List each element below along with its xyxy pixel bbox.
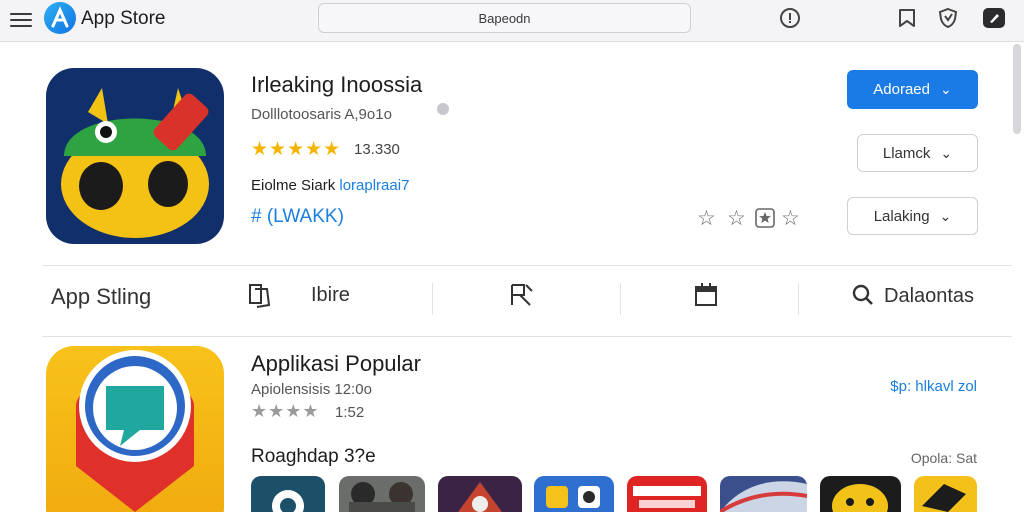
app-thumbnail[interactable] <box>720 476 807 512</box>
info-icon[interactable] <box>779 7 801 29</box>
app-thumbnail[interactable] <box>914 476 977 512</box>
rating-row: ★★★★★ 13.330 <box>251 138 400 160</box>
search-icon <box>852 284 873 305</box>
copy-icon <box>249 284 271 308</box>
app-thumbnail[interactable] <box>339 476 425 512</box>
section-divider <box>42 265 1012 266</box>
app-row-heading: Roaghdap 3?e <box>251 446 376 467</box>
compass-icon <box>511 284 533 306</box>
meta-label: Eiolme Siark <box>251 177 336 194</box>
chevron-down-icon: ⌄ <box>940 144 953 161</box>
tab-copy[interactable] <box>247 281 273 315</box>
developer-name: Dolllotoosaris A,9o1o <box>251 106 392 123</box>
secondary-dropdown-label: Llamck <box>882 144 931 162</box>
app-thumbnail[interactable] <box>820 476 901 512</box>
popular-section-title: Applikasi Popular <box>251 351 421 376</box>
app-meta: Eiolme Siark loraplraai7 <box>251 177 409 194</box>
tab-label: Ibire <box>311 284 350 306</box>
app-icon[interactable] <box>46 68 224 244</box>
rating-count: 13.330 <box>354 141 400 158</box>
app-thumbnail[interactable] <box>251 476 325 512</box>
rating-stars: ★★★★★ <box>251 139 342 160</box>
calendar-icon <box>695 283 717 306</box>
star-outline-icon[interactable]: ☆ <box>697 206 716 231</box>
app-thumbnail[interactable] <box>438 476 522 512</box>
tag-link[interactable]: # (LWAKK) <box>251 206 344 228</box>
app-thumbnail[interactable] <box>627 476 707 512</box>
tab-calendar[interactable] <box>693 281 719 315</box>
meta-link[interactable]: loraplraai7 <box>339 177 409 194</box>
section-heading: App Stling <box>51 284 152 309</box>
tab-separator <box>432 283 433 315</box>
search-input[interactable] <box>318 3 691 33</box>
chevron-down-icon: ⌄ <box>939 81 952 97</box>
tab-compass[interactable] <box>508 281 536 315</box>
rate-app-icons[interactable]: ☆ ☆ ☆ <box>697 206 805 230</box>
tab-separator <box>620 283 621 315</box>
tab-separator <box>798 283 799 315</box>
rating-count: 1:52 <box>335 404 365 421</box>
popular-app-icon[interactable] <box>46 346 224 512</box>
app-title-heading: Irleaking Inoossia <box>251 72 423 97</box>
app-thumbnail[interactable] <box>534 476 614 512</box>
top-bar: App Store <box>0 0 1024 42</box>
star-box-icon[interactable] <box>755 208 775 234</box>
scrollbar[interactable] <box>1013 44 1021 134</box>
app-row-link[interactable]: Opola: Sat <box>911 450 977 466</box>
see-all-link[interactable]: $p: hlkavl zol <box>890 378 977 395</box>
popular-subtitle: Apiolensisis 12:0o <box>251 381 372 398</box>
section-divider <box>42 336 1012 337</box>
tab-label: Dalaontas <box>884 285 975 307</box>
tertiary-dropdown-label: Lalaking <box>873 207 930 225</box>
tertiary-dropdown-button[interactable]: Lalaking ⌄ <box>847 197 978 235</box>
menu-icon[interactable] <box>10 9 32 29</box>
shield-icon[interactable] <box>937 7 959 29</box>
primary-action-label: Adoraed <box>873 81 930 98</box>
popular-rating-row: ★★★★ 1:52 <box>251 401 364 423</box>
edit-icon[interactable] <box>982 7 1005 29</box>
star-outline-icon[interactable]: ☆ <box>781 206 800 231</box>
primary-action-button[interactable]: Adoraed ⌄ <box>847 70 978 109</box>
bookmark-icon[interactable] <box>896 7 918 29</box>
rating-stars: ★★★★ <box>251 401 320 421</box>
app-title: App Store <box>81 8 166 29</box>
chevron-down-icon: ⌄ <box>939 207 952 224</box>
secondary-dropdown-button[interactable]: Llamck ⌄ <box>857 134 978 172</box>
app-store-logo <box>44 2 76 34</box>
tab-search[interactable]: Dalaontas <box>851 281 974 315</box>
loading-indicator <box>437 103 449 115</box>
star-outline-icon[interactable]: ☆ <box>727 206 746 231</box>
tab-ibire[interactable]: Ibire <box>311 284 350 318</box>
